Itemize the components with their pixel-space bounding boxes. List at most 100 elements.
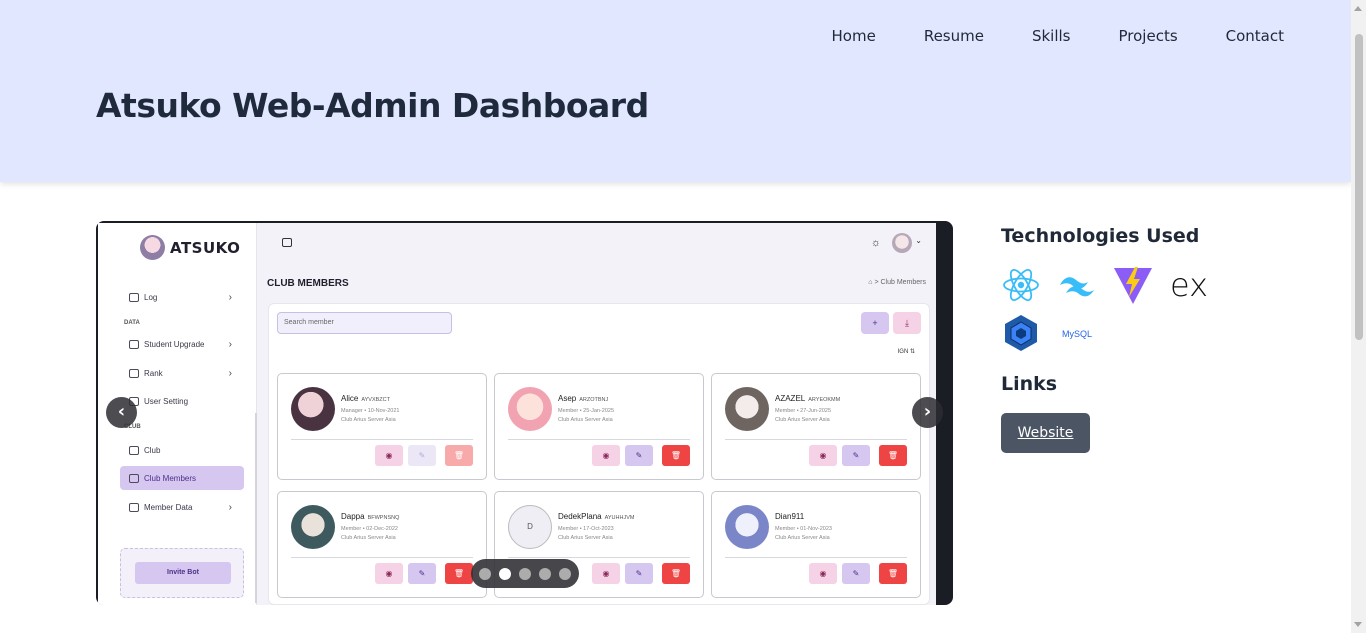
member-role: Member • 17-Oct-2023 xyxy=(558,526,614,532)
invite-bot-button: Invite Bot xyxy=(135,562,231,584)
preview-sidebar-item-user-setting: User Setting xyxy=(120,389,244,413)
card-divider xyxy=(291,439,473,440)
member-name-row: DedekPlana AYUHHJVM xyxy=(558,512,634,521)
member-avatar: D xyxy=(508,505,552,549)
carousel-dot[interactable] xyxy=(539,567,551,580)
member-code: BFWPNSNQ xyxy=(367,515,400,521)
brand-name: ATSUKO xyxy=(170,238,241,257)
member-code: ARZOTBNJ xyxy=(579,397,609,403)
user-gear-icon xyxy=(129,502,139,512)
preview-breadcrumb: ⌂ > Club Members xyxy=(868,279,926,286)
preview-sidebar-item-log: Log › xyxy=(120,285,244,309)
view-eye-icon: ◉ xyxy=(809,563,837,584)
users-icon xyxy=(129,473,139,483)
preview-sidebar-item-student-upgrade: Student Upgrade › xyxy=(120,332,244,356)
trash-icon: 🗑 xyxy=(445,445,473,466)
member-code: ARYEOKMM xyxy=(808,397,841,403)
carousel-dot-active[interactable] xyxy=(499,567,511,580)
sidebar-toggle-icon xyxy=(282,238,292,247)
top-nav: Home Resume Skills Projects Contact xyxy=(784,26,1284,46)
member-server: Club Arius Server Asia xyxy=(558,535,613,541)
sidebar-item-label: Log xyxy=(144,292,158,302)
member-card: Dian911 Member • 01-Nov-2023 Club Arius … xyxy=(711,491,921,598)
edit-user-icon: ✎ xyxy=(842,445,870,466)
sidebar-item-label: Club xyxy=(144,445,161,455)
edit-user-icon: ✎ xyxy=(842,563,870,584)
grid-icon xyxy=(129,445,139,455)
school-icon xyxy=(129,339,139,349)
member-name-row: Dappa BFWPNSNQ xyxy=(341,512,399,521)
nav-home[interactable]: Home xyxy=(832,26,876,46)
carousel-dot[interactable] xyxy=(559,567,571,580)
chevron-right-icon: › xyxy=(228,291,232,303)
preview-topbar: ☼ ⌄ xyxy=(258,223,936,263)
page: Home Resume Skills Projects Contact Atsu… xyxy=(0,0,1366,633)
scroll-up-icon[interactable] xyxy=(1354,6,1362,11)
sidebar-scrollbar xyxy=(255,413,257,603)
member-role: Member • 02-Dec-2022 xyxy=(341,526,398,532)
chevron-right-icon: › xyxy=(228,501,232,513)
preview-page-title: CLUB MEMBERS xyxy=(267,278,349,289)
preview-sidebar-item-rank: Rank › xyxy=(120,361,244,385)
edit-user-icon: ✎ xyxy=(408,445,436,466)
sidebar-item-label: Member Data xyxy=(144,502,193,512)
member-name-row: Dian911 xyxy=(775,512,807,521)
user-avatar xyxy=(892,233,912,253)
card-divider xyxy=(508,557,690,558)
preview-search-input: Search member xyxy=(277,312,452,334)
member-name: Dappa xyxy=(341,512,365,521)
member-role: Member • 25-Jan-2025 xyxy=(558,408,615,414)
member-avatar xyxy=(725,387,769,431)
nav-projects[interactable]: Projects xyxy=(1119,26,1178,46)
edit-user-icon: ✎ xyxy=(408,563,436,584)
nav-contact[interactable]: Contact xyxy=(1226,26,1284,46)
carousel-next-button[interactable]: › xyxy=(912,397,943,428)
preview-sidebar-item-club-members: Club Members xyxy=(120,466,244,490)
chart-icon xyxy=(129,368,139,378)
edit-user-icon: ✎ xyxy=(625,563,653,584)
member-card: Asep ARZOTBNJ Member • 25-Jan-2025 Club A… xyxy=(494,373,704,480)
carousel-slide-image: ATSUKO Log › DATA Student Upgrade › Rank › … xyxy=(98,223,936,605)
nav-resume[interactable]: Resume xyxy=(924,26,984,46)
member-code: AYUHHJVM xyxy=(604,515,635,521)
sidebar-section-label: DATA xyxy=(124,320,140,326)
view-eye-icon: ◉ xyxy=(592,563,620,584)
sidebar-item-label: Rank xyxy=(144,368,163,378)
members-panel: Search member + ⤓ IGN ⇅ Alice AYVXBZCT Ma… xyxy=(268,303,930,605)
website-button[interactable]: Website xyxy=(1001,413,1090,453)
member-role: Manager • 10-Nov-2021 xyxy=(341,408,400,414)
carousel-dot[interactable] xyxy=(519,567,531,580)
member-code: AYVXBZCT xyxy=(361,397,390,403)
card-divider xyxy=(725,439,907,440)
trash-icon: 🗑 xyxy=(879,563,907,584)
member-role: Member • 01-Nov-2023 xyxy=(775,526,832,532)
trash-icon: 🗑 xyxy=(662,563,690,584)
sequelize-icon xyxy=(1001,313,1041,353)
log-icon xyxy=(129,292,139,302)
view-eye-icon: ◉ xyxy=(375,445,403,466)
scroll-down-icon[interactable] xyxy=(1354,622,1362,627)
member-name-row: Asep ARZOTBNJ xyxy=(558,394,608,403)
preview-sidebar-item-member-data: Member Data › xyxy=(120,495,244,519)
member-server: Club Arius Server Asia xyxy=(341,535,396,541)
mysql-label: MySQL xyxy=(1061,329,1092,339)
page-scrollbar[interactable] xyxy=(1351,0,1366,633)
preview-sidebar-item-club: Club xyxy=(120,438,244,462)
react-icon xyxy=(1001,265,1041,305)
vite-icon xyxy=(1112,264,1154,306)
card-divider xyxy=(508,439,690,440)
nav-skills[interactable]: Skills xyxy=(1032,26,1071,46)
carousel-indicators xyxy=(471,559,579,588)
sort-icon: ⇅ xyxy=(909,349,915,355)
scroll-thumb[interactable] xyxy=(1355,34,1363,340)
sort-label: IGN xyxy=(897,349,909,355)
chevron-down-icon: ⌄ xyxy=(915,236,922,245)
member-avatar xyxy=(291,387,335,431)
card-divider xyxy=(725,557,907,558)
carousel-dot[interactable] xyxy=(479,567,491,580)
member-card: Dappa BFWPNSNQ Member • 02-Dec-2022 Club … xyxy=(277,491,487,598)
view-eye-icon: ◉ xyxy=(592,445,620,466)
carousel-prev-button[interactable]: ‹ xyxy=(106,397,137,428)
page-title: Atsuko Web-Admin Dashboard xyxy=(96,86,649,125)
member-name: Alice xyxy=(341,394,359,403)
